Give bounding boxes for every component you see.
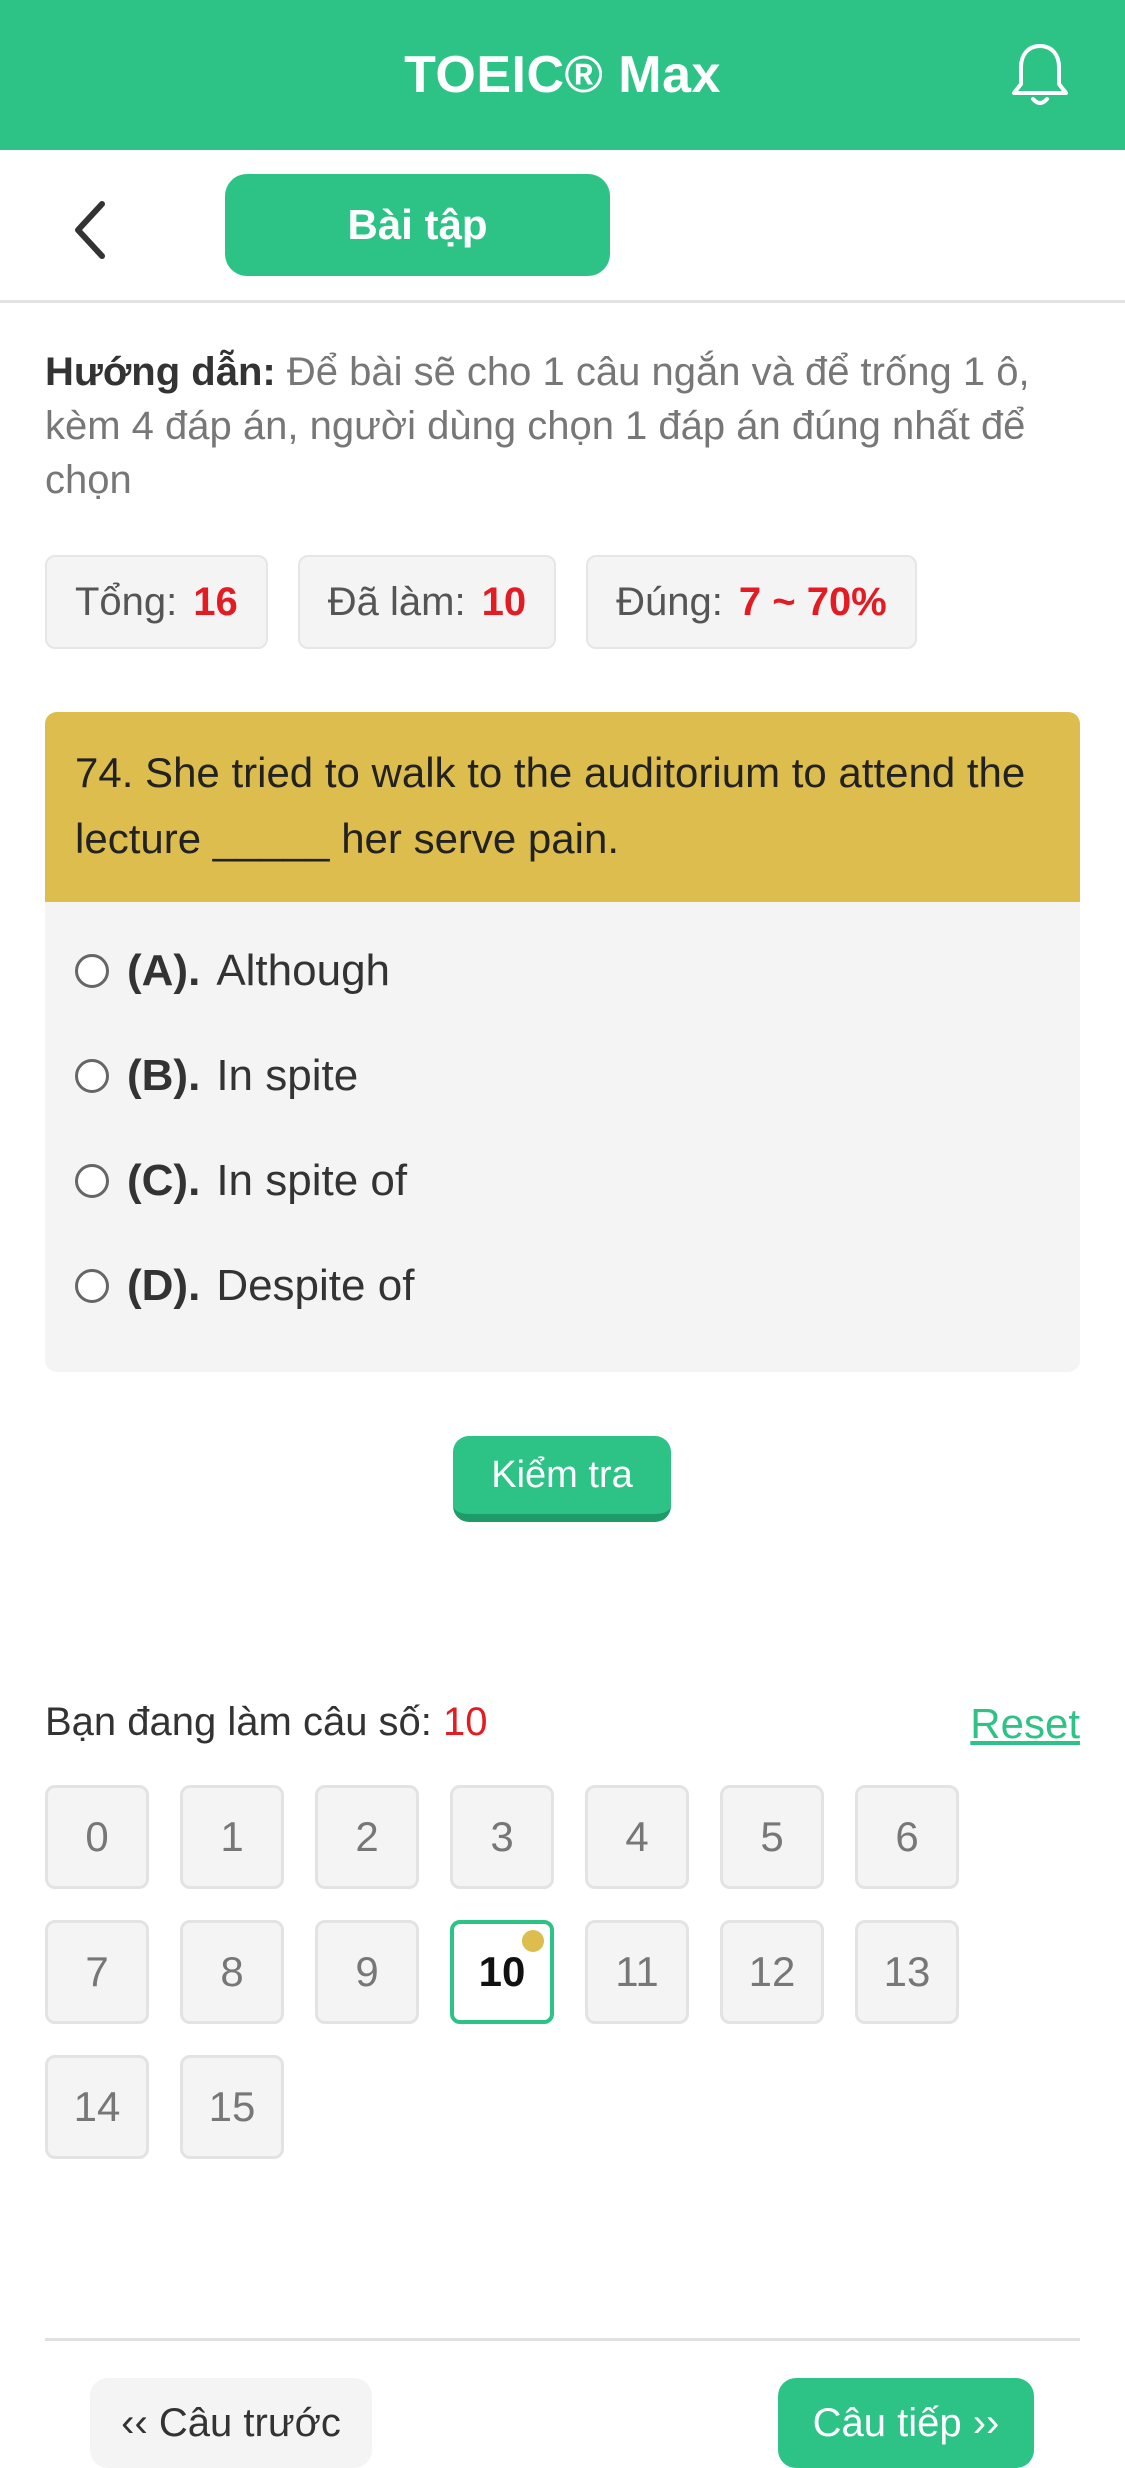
question-number-button[interactable]: 14 <box>45 2055 149 2159</box>
option-c[interactable]: (C). In spite of <box>45 1128 1080 1233</box>
stat-done-value: 10 <box>481 579 527 624</box>
stat-correct-value: 7 ~ 70% <box>738 579 887 624</box>
option-key: (D). <box>127 1260 201 1310</box>
radio-button[interactable] <box>75 1163 109 1198</box>
question-number-button[interactable]: 2 <box>315 1785 419 1889</box>
stat-total: Tổng: 16 <box>45 555 268 649</box>
next-question-button[interactable]: Câu tiếp ›› <box>778 2378 1034 2468</box>
answer-options: (A). Although (B). In spite (C). In spit… <box>45 902 1080 1338</box>
current-question-label: Bạn đang làm câu số: <box>45 1700 432 1744</box>
instruction-label: Hướng dẫn: <box>45 350 276 394</box>
current-marker-dot <box>522 1930 544 1952</box>
option-a[interactable]: (A). Although <box>45 918 1080 1023</box>
previous-question-button[interactable]: ‹‹ Câu trước <box>90 2378 372 2468</box>
option-key: (C). <box>127 1155 201 1205</box>
instruction-text: Hướng dẫn: Để bài sẽ cho 1 câu ngắn và đ… <box>45 345 1085 507</box>
question-number-button[interactable]: 1 <box>180 1785 284 1889</box>
stat-total-value: 16 <box>193 579 238 624</box>
app-title: TOEIC® Max <box>404 46 721 104</box>
option-text: In spite <box>216 1050 359 1100</box>
stat-done-label: Đã làm: <box>327 579 466 624</box>
option-d[interactable]: (D). Despite of <box>45 1233 1080 1338</box>
question-number-button[interactable]: 7 <box>45 1920 149 2024</box>
top-app-bar: TOEIC® Max <box>0 0 1125 150</box>
question-number-button[interactable]: 11 <box>585 1920 689 2024</box>
question-number-button[interactable]: 9 <box>315 1920 419 2024</box>
question-number-button[interactable]: 3 <box>450 1785 554 1889</box>
stat-correct: Đúng: 7 ~ 70% <box>586 555 917 649</box>
question-number-button[interactable]: 13 <box>855 1920 959 2024</box>
question-text: 74. She tried to walk to the auditorium … <box>45 712 1080 902</box>
option-b[interactable]: (B). In spite <box>45 1023 1080 1128</box>
question-number-button[interactable]: 6 <box>855 1785 959 1889</box>
radio-button[interactable] <box>75 1268 109 1303</box>
current-question-indicator: Bạn đang làm câu số: 10 <box>45 1700 488 1745</box>
check-button[interactable]: Kiểm tra <box>453 1436 671 1522</box>
sub-header: Bài tập <box>0 150 1125 303</box>
question-number-button[interactable]: 15 <box>180 2055 284 2159</box>
stat-total-label: Tổng: <box>75 579 178 624</box>
reset-link[interactable]: Reset <box>970 1700 1080 1748</box>
current-question-number: 10 <box>443 1700 488 1744</box>
stat-correct-label: Đúng: <box>616 579 723 624</box>
back-button[interactable] <box>55 195 125 265</box>
option-key: (B). <box>127 1050 201 1100</box>
question-number-button[interactable]: 4 <box>585 1785 689 1889</box>
question-card: 74. She tried to walk to the auditorium … <box>45 712 1080 1372</box>
bell-icon[interactable] <box>1005 38 1075 112</box>
option-text: Despite of <box>216 1260 415 1310</box>
stats-row: Tổng: 16 Đã làm: 10 Đúng: 7 ~ 70% <box>45 555 917 649</box>
radio-button[interactable] <box>75 1058 109 1093</box>
question-number-button[interactable]: 12 <box>720 1920 824 2024</box>
question-number-button[interactable]: 8 <box>180 1920 284 2024</box>
option-key: (A). <box>127 945 201 995</box>
chevron-left-icon <box>75 201 105 259</box>
question-number-grid: 0 1 2 3 4 5 6 7 8 9 10 11 12 13 14 15 <box>45 1785 995 2159</box>
option-text: In spite of <box>216 1155 408 1205</box>
radio-button[interactable] <box>75 953 109 988</box>
tab-bai-tap[interactable]: Bài tập <box>225 174 610 276</box>
divider <box>45 2338 1080 2341</box>
question-number-label: 10 <box>478 1948 526 1995</box>
stat-done: Đã làm: 10 <box>297 555 557 649</box>
question-number-button[interactable]: 5 <box>720 1785 824 1889</box>
option-text: Although <box>216 945 391 995</box>
question-number-button[interactable]: 0 <box>45 1785 149 1889</box>
question-number-button-current[interactable]: 10 <box>450 1920 554 2024</box>
